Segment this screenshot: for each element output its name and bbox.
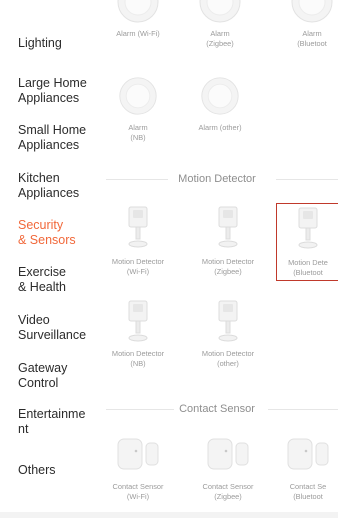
- device-label: Motion Detector (NB): [111, 349, 165, 368]
- device-label: Contact Sensor (Zigbee): [202, 482, 254, 501]
- device-contact-wifi[interactable]: Contact Sensor (Wi-Fi): [98, 437, 178, 513]
- motion-detector-icon: [218, 300, 238, 342]
- contact-sensor-icon: [287, 438, 329, 470]
- device-contact-zigbee[interactable]: Contact Sensor (Zigbee): [188, 437, 268, 513]
- sidebar-item-kitchen-appliances[interactable]: Kitchen Appliances: [18, 171, 96, 201]
- contact-sensor-icon: [117, 438, 159, 470]
- device-label: Contact Sensor (Wi-Fi): [112, 482, 164, 501]
- device-motion-wifi[interactable]: Motion Detector (Wi-Fi): [98, 206, 178, 282]
- device-label: Contact Se (Bluetoot: [289, 482, 327, 501]
- device-motion-zigbee[interactable]: Motion Detector (Zigbee): [188, 206, 268, 282]
- category-sidebar: Lighting Large Home Appliances Small Hom…: [0, 0, 96, 518]
- sidebar-item-others[interactable]: Others: [18, 463, 96, 478]
- device-alarm-other[interactable]: Alarm (other): [180, 76, 260, 148]
- section-header-contact-sensor: Contact Sensor: [96, 401, 338, 417]
- section-title: Motion Detector: [178, 173, 256, 185]
- device-label: Alarm (NB): [128, 123, 148, 142]
- sidebar-item-video-surveillance[interactable]: Video Surveillance: [18, 313, 96, 343]
- divider: [268, 409, 338, 410]
- sidebar-item-exercise-health[interactable]: Exercise & Health: [18, 265, 96, 295]
- motion-detector-icon: [298, 207, 318, 249]
- contact-sensor-icon: [207, 438, 249, 470]
- device-label: Motion Detector (other): [201, 349, 255, 368]
- motion-detector-icon: [128, 300, 148, 342]
- device-motion-nb[interactable]: Motion Detector (NB): [98, 300, 178, 372]
- motion-detector-icon: [218, 206, 238, 248]
- device-alarm-wifi[interactable]: Alarm (Wi-Fi): [98, 0, 178, 44]
- section-title: Contact Sensor: [179, 403, 255, 415]
- device-motion-other[interactable]: Motion Detector (other): [188, 300, 268, 372]
- divider: [106, 409, 174, 410]
- device-label: Motion Dete (Bluetoot: [288, 258, 328, 277]
- bottom-edge: [0, 512, 338, 518]
- device-alarm-zigbee[interactable]: Alarm (Zigbee): [180, 0, 260, 48]
- device-alarm-nb[interactable]: Alarm (NB): [98, 76, 178, 148]
- device-motion-bluetooth[interactable]: Motion Dete (Bluetoot: [276, 203, 338, 281]
- divider: [106, 179, 168, 180]
- divider: [276, 179, 338, 180]
- device-label: Alarm (other): [198, 123, 242, 132]
- sidebar-item-security-sensors[interactable]: Security & Sensors: [18, 218, 96, 248]
- sidebar-item-lighting[interactable]: Lighting: [18, 36, 96, 51]
- device-label: Alarm (Wi-Fi): [116, 29, 160, 38]
- device-label: Motion Detector (Zigbee): [201, 257, 255, 276]
- alarm-icon: [119, 77, 157, 115]
- device-label: Motion Detector (Wi-Fi): [111, 257, 165, 276]
- motion-detector-icon: [128, 206, 148, 248]
- alarm-icon: [291, 0, 333, 23]
- alarm-icon: [201, 77, 239, 115]
- sidebar-item-gateway-control[interactable]: Gateway Control: [18, 361, 96, 391]
- alarm-icon: [117, 0, 159, 23]
- device-label: Alarm (Zigbee): [206, 29, 234, 48]
- sidebar-item-entertainment[interactable]: Entertainme nt: [18, 407, 96, 437]
- alarm-icon: [199, 0, 241, 23]
- device-label: Alarm (Bluetoot: [297, 29, 327, 48]
- device-contact-bluetooth[interactable]: Contact Se (Bluetoot: [278, 437, 338, 513]
- section-header-motion-detector: Motion Detector: [96, 171, 338, 187]
- device-alarm-bluetooth[interactable]: Alarm (Bluetoot: [272, 0, 338, 48]
- device-grid: Alarm (Wi-Fi) Alarm (Zigbee) Alarm (Blue…: [96, 0, 338, 518]
- sidebar-item-large-home-appliances[interactable]: Large Home Appliances: [18, 76, 96, 106]
- sidebar-item-small-home-appliances[interactable]: Small Home Appliances: [18, 123, 96, 153]
